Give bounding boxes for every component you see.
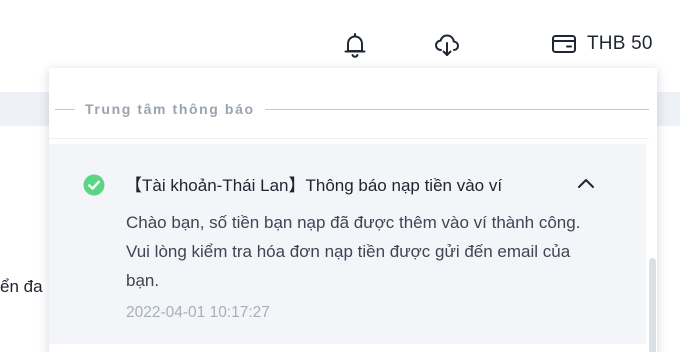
cloud-download-icon (435, 34, 459, 56)
download-button[interactable] (432, 30, 462, 60)
notification-item[interactable]: 【Tài khoản-Thái Lan】Thông báo nạp tiền v… (49, 144, 646, 344)
notification-body: Chào bạn, số tiền bạn nạp đã được thêm v… (126, 213, 581, 290)
wallet-icon (552, 35, 576, 53)
chevron-up-icon (578, 179, 594, 188)
wallet-amount: THB 50 (587, 33, 653, 54)
bell-icon (344, 33, 366, 58)
header-divider-right (264, 108, 649, 110)
notification-panel-header: Trung tâm thông báo (49, 98, 649, 120)
notifications-button[interactable] (340, 30, 370, 60)
check-circle-icon (83, 174, 105, 196)
header-divider-left (55, 108, 75, 110)
notification-panel: Trung tâm thông báo 【Tài khoản-Thái Lan】… (49, 68, 657, 352)
divider (49, 138, 649, 139)
notification-title: 【Tài khoản-Thái Lan】Thông báo nạp tiền v… (125, 176, 503, 195)
background-text: ển đa (0, 277, 43, 296)
page: THB 50 ển đa Trung tâm thông báo 【Tài kh… (0, 0, 680, 352)
collapse-toggle[interactable] (575, 172, 597, 194)
scrollbar-thumb[interactable] (649, 258, 656, 352)
wallet-balance[interactable]: THB 50 (551, 33, 653, 55)
notification-timestamp: 2022-04-01 10:17:27 (126, 304, 270, 321)
notification-center-title: Trung tâm thông báo (85, 101, 255, 117)
